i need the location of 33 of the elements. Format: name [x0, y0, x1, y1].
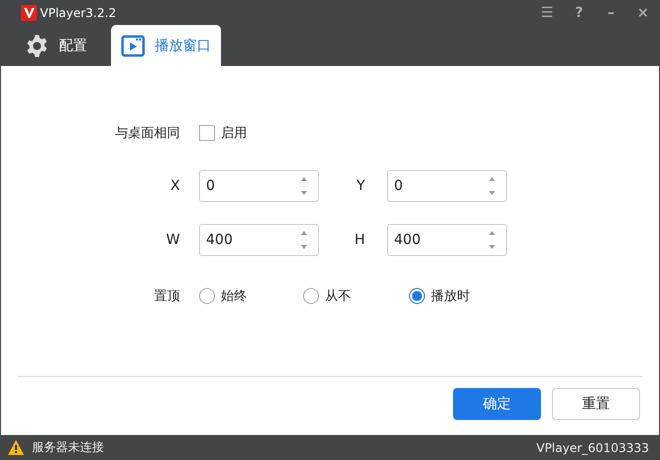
number-field[interactable]: 400	[387, 224, 507, 256]
field-label: W	[165, 232, 181, 248]
window-title: VPlayer3.2.2	[40, 6, 116, 20]
field-label: X	[169, 178, 181, 194]
tab[interactable]: 配置	[15, 25, 97, 66]
radio-button[interactable]	[199, 288, 215, 304]
status-message: 服务器未连接	[32, 439, 104, 456]
window-control[interactable]: –	[595, 4, 627, 20]
field-label: Y	[355, 178, 366, 194]
number-field[interactable]: 0	[199, 170, 319, 202]
number-field[interactable]: 400	[199, 224, 319, 256]
number-field[interactable]: 0	[387, 170, 507, 202]
warning-icon	[8, 440, 24, 455]
device-id: VPlayer_60103333	[536, 440, 649, 454]
radio-option[interactable]: 从不	[303, 287, 409, 305]
radio-option[interactable]: 始终	[199, 287, 303, 305]
window-control[interactable]: ?	[563, 4, 595, 20]
reset-button[interactable]: 重置	[552, 388, 640, 420]
checkbox-label: 启用	[221, 125, 247, 142]
radio-button[interactable]	[303, 288, 319, 304]
radio-option[interactable]: 播放时	[409, 287, 470, 305]
window-control[interactable]: ×	[627, 4, 659, 20]
confirm-button[interactable]: 确定	[453, 388, 541, 420]
play-window-icon	[121, 34, 145, 56]
field-label: 置顶	[153, 288, 181, 305]
tab[interactable]: 播放窗口	[111, 25, 221, 66]
window-control[interactable]: ☰	[531, 4, 563, 20]
app-logo	[21, 4, 37, 20]
field-label: 与桌面相同	[114, 125, 181, 142]
radio-button[interactable]	[409, 288, 425, 304]
gear-icon	[25, 34, 49, 58]
field-label: H	[353, 232, 366, 248]
checkbox[interactable]	[199, 125, 215, 141]
